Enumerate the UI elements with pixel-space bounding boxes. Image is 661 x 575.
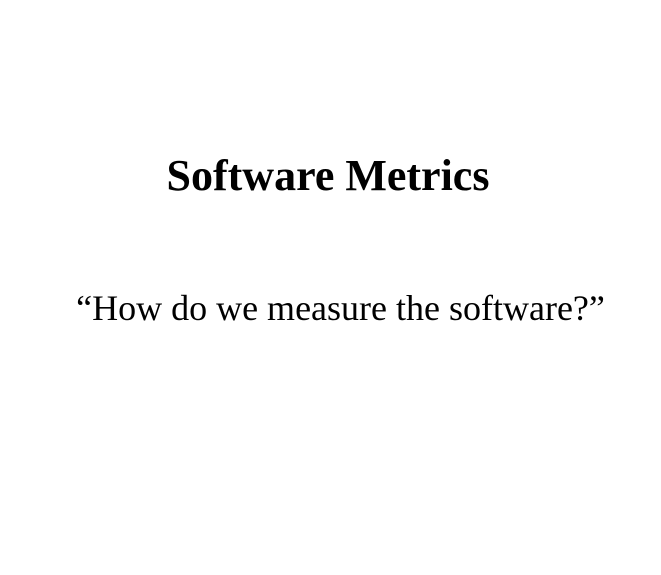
slide-title: Software Metrics [166, 151, 490, 200]
slide-subtitle: “How do we measure the software?” [76, 288, 605, 328]
slide: Software Metrics “How do we measure the … [0, 0, 661, 575]
